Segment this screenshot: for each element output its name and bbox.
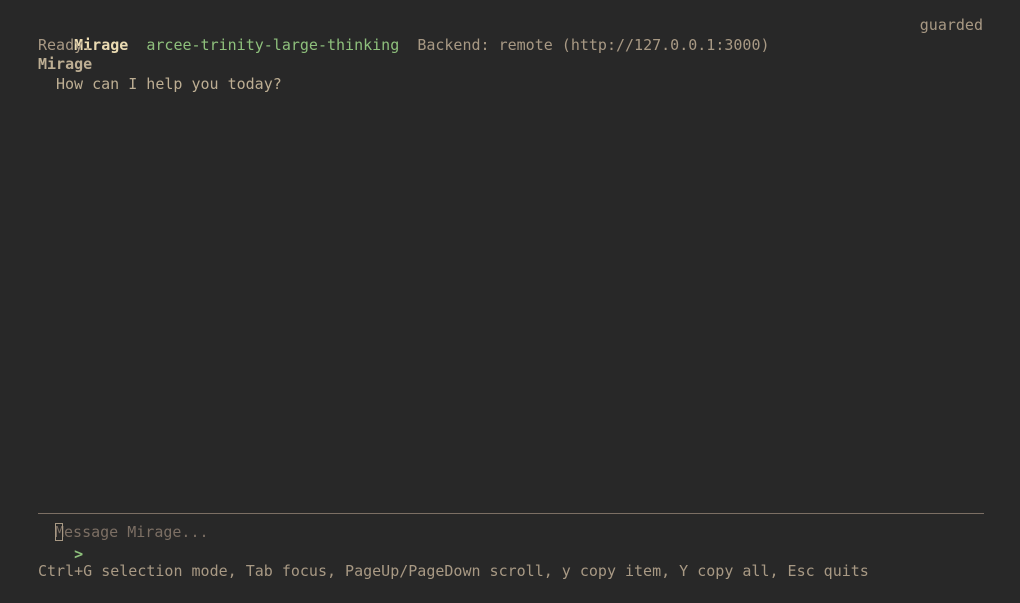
mode-badge: guarded [919,16,983,34]
model-name: arcee-trinity-large-thinking [146,36,400,54]
keyboard-hints: Ctrl+G selection mode, Tab focus, PageUp… [38,562,869,580]
input-row[interactable]: > [38,521,984,563]
message-author: Mirage [38,55,93,73]
message-text[interactable]: How can I help you today? [56,74,282,94]
message-input[interactable] [55,522,955,542]
backend-info: Backend: remote (http://127.0.0.1:3000) [417,36,770,54]
status-text: Ready. [38,36,93,54]
header-bar: Mirage arcee-trinity-large-thinking Back… [38,15,983,54]
terminal-window: Mirage arcee-trinity-large-thinking Back… [0,0,1020,603]
input-divider [38,513,984,514]
